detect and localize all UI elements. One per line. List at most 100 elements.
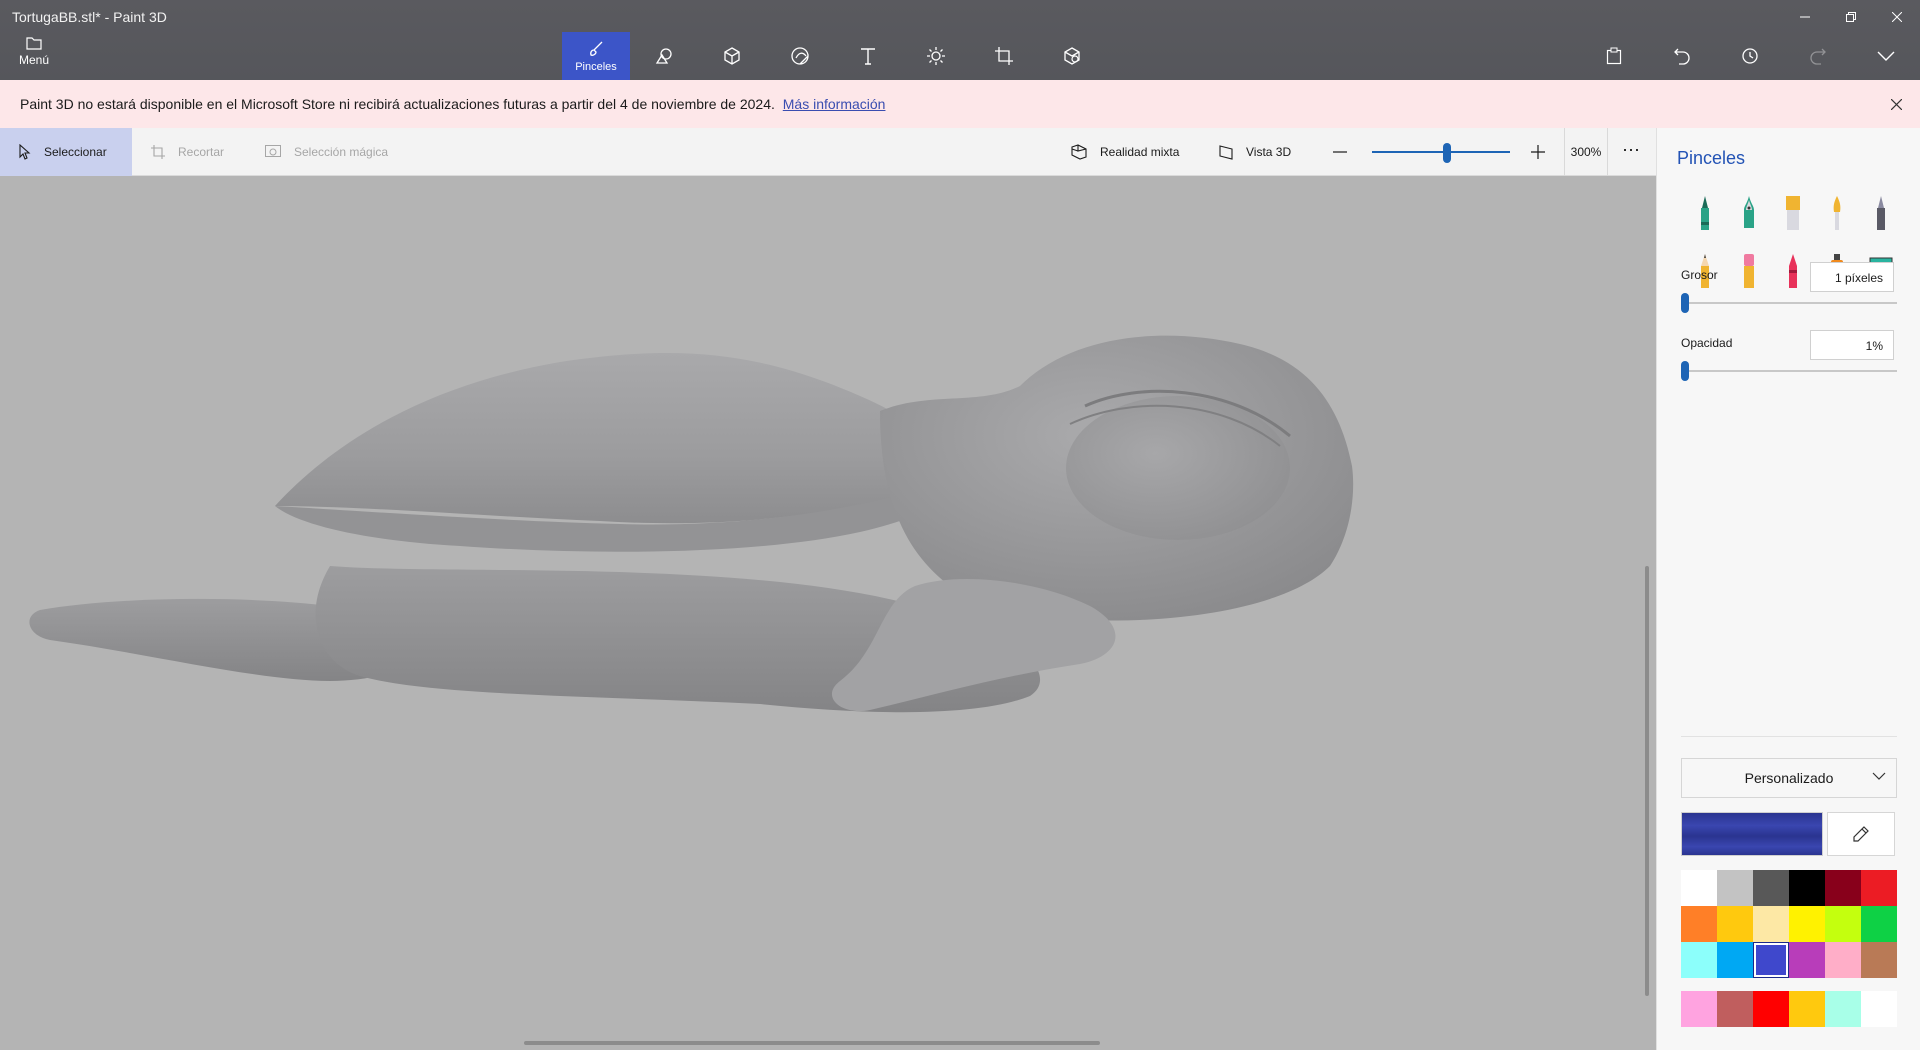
tool-3d-library[interactable] xyxy=(1038,32,1106,80)
minimize-button[interactable] xyxy=(1782,0,1828,34)
view-3d-button[interactable]: Vista 3D xyxy=(1200,128,1309,176)
tool-2d-shapes[interactable] xyxy=(630,32,698,80)
color-swatch[interactable] xyxy=(1753,991,1789,1027)
color-swatch[interactable] xyxy=(1789,870,1825,906)
color-swatch[interactable] xyxy=(1861,870,1897,906)
custom-color-palette xyxy=(1681,991,1897,1027)
opacity-input[interactable]: 1% xyxy=(1810,330,1894,360)
color-swatch[interactable] xyxy=(1717,906,1753,942)
watercolor-brush[interactable] xyxy=(1815,190,1859,234)
select-label: Seleccionar xyxy=(44,145,107,159)
vertical-scrollbar[interactable] xyxy=(1645,566,1649,996)
mixed-reality-button[interactable]: Realidad mixta xyxy=(1052,128,1197,176)
horizontal-scrollbar[interactable] xyxy=(524,1041,1100,1045)
minus-icon xyxy=(1333,151,1347,153)
color-swatch[interactable] xyxy=(1753,942,1789,978)
opacity-slider-track[interactable] xyxy=(1681,370,1897,372)
tool-3d-shapes[interactable] xyxy=(698,32,766,80)
palette-dropdown[interactable]: Personalizado xyxy=(1681,758,1897,798)
zoom-out-button[interactable] xyxy=(1332,146,1348,161)
crayon-brush[interactable] xyxy=(1771,248,1815,292)
tool-brushes[interactable]: Pinceles xyxy=(562,32,630,80)
zoom-value[interactable]: 300% xyxy=(1564,128,1608,176)
stickers-icon xyxy=(791,47,809,65)
current-color-swatch[interactable] xyxy=(1681,812,1823,856)
oil-brush[interactable] xyxy=(1771,190,1815,234)
expand-ribbon-button[interactable] xyxy=(1852,38,1920,74)
color-swatch[interactable] xyxy=(1825,991,1861,1027)
tool-canvas[interactable] xyxy=(970,32,1038,80)
color-swatch[interactable] xyxy=(1825,870,1861,906)
color-swatch[interactable] xyxy=(1789,906,1825,942)
magic-select-button[interactable]: Selección mágica xyxy=(246,128,406,176)
history-icon xyxy=(1742,48,1758,64)
color-swatch[interactable] xyxy=(1681,870,1717,906)
more-options-button[interactable]: ⋯ xyxy=(1622,140,1641,161)
color-swatch[interactable] xyxy=(1825,906,1861,942)
thickness-input[interactable]: 1 píxeles xyxy=(1810,262,1894,292)
mixed-reality-icon xyxy=(1071,144,1087,160)
undo-button[interactable] xyxy=(1648,38,1716,74)
zoom-in-button[interactable] xyxy=(1530,144,1546,163)
pixel-pen-brush[interactable] xyxy=(1859,190,1903,234)
restore-button[interactable] xyxy=(1828,0,1874,34)
view-3d-icon xyxy=(1219,145,1233,160)
canvas-icon xyxy=(995,47,1013,65)
2d-shapes-icon xyxy=(655,48,672,64)
color-swatch[interactable] xyxy=(1753,870,1789,906)
color-swatch[interactable] xyxy=(1717,991,1753,1027)
tool-stickers[interactable] xyxy=(766,32,834,80)
history-button[interactable] xyxy=(1716,38,1784,74)
window-title: TortugaBB.stl* - Paint 3D xyxy=(12,9,167,25)
tool-effects[interactable] xyxy=(902,32,970,80)
color-swatch[interactable] xyxy=(1717,870,1753,906)
crop-label: Recortar xyxy=(178,145,225,159)
notice-close-button[interactable] xyxy=(1886,94,1906,114)
zoom-slider-track[interactable] xyxy=(1372,151,1510,153)
menu-button[interactable]: Menú xyxy=(14,36,54,76)
watercolor-icon xyxy=(1833,196,1841,230)
chevron-down-icon xyxy=(1877,51,1895,61)
plus-icon xyxy=(1531,145,1545,159)
color-swatch[interactable] xyxy=(1717,942,1753,978)
eyedropper-button[interactable] xyxy=(1827,812,1895,856)
color-swatch[interactable] xyxy=(1681,906,1717,942)
select-button[interactable]: Seleccionar xyxy=(0,128,132,176)
mixed-reality-label: Realidad mixta xyxy=(1100,145,1180,159)
magic-select-icon xyxy=(265,145,281,157)
turtle-model[interactable] xyxy=(0,176,1656,1050)
deprecation-notice: Paint 3D no estará disponible en el Micr… xyxy=(0,80,1920,128)
color-swatch[interactable] xyxy=(1789,991,1825,1027)
close-window-button[interactable] xyxy=(1874,0,1920,34)
opacity-slider-thumb[interactable] xyxy=(1681,361,1689,381)
text-icon xyxy=(861,48,875,65)
crop-button[interactable]: Recortar xyxy=(132,128,242,176)
thickness-slider-track[interactable] xyxy=(1681,302,1897,304)
marker-brush[interactable] xyxy=(1683,190,1727,234)
canvas-area[interactable] xyxy=(0,176,1656,1050)
color-swatch[interactable] xyxy=(1825,942,1861,978)
brush-icon xyxy=(590,41,603,56)
calligraphy-pen-brush[interactable] xyxy=(1727,190,1771,234)
right-toolbar xyxy=(1580,38,1920,74)
eraser-brush[interactable] xyxy=(1727,248,1771,292)
3d-shapes-icon xyxy=(724,47,740,65)
paste-button[interactable] xyxy=(1580,38,1648,74)
restore-icon xyxy=(1846,12,1856,22)
tool-text[interactable] xyxy=(834,32,902,80)
palette-mode-label: Personalizado xyxy=(1744,770,1834,786)
redo-button[interactable] xyxy=(1784,38,1852,74)
color-swatch[interactable] xyxy=(1681,991,1717,1027)
more-info-link[interactable]: Más información xyxy=(783,96,886,112)
color-swatch[interactable] xyxy=(1861,942,1897,978)
color-swatch[interactable] xyxy=(1753,906,1789,942)
color-swatch[interactable] xyxy=(1681,942,1717,978)
color-swatch[interactable] xyxy=(1861,991,1897,1027)
color-palette xyxy=(1681,870,1897,978)
title-bar: TortugaBB.stl* - Paint 3D Menú Pinceles xyxy=(0,0,1920,80)
zoom-slider-thumb[interactable] xyxy=(1443,143,1451,163)
folder-icon xyxy=(26,37,42,50)
color-swatch[interactable] xyxy=(1861,906,1897,942)
color-swatch[interactable] xyxy=(1789,942,1825,978)
thickness-slider-thumb[interactable] xyxy=(1681,293,1689,313)
